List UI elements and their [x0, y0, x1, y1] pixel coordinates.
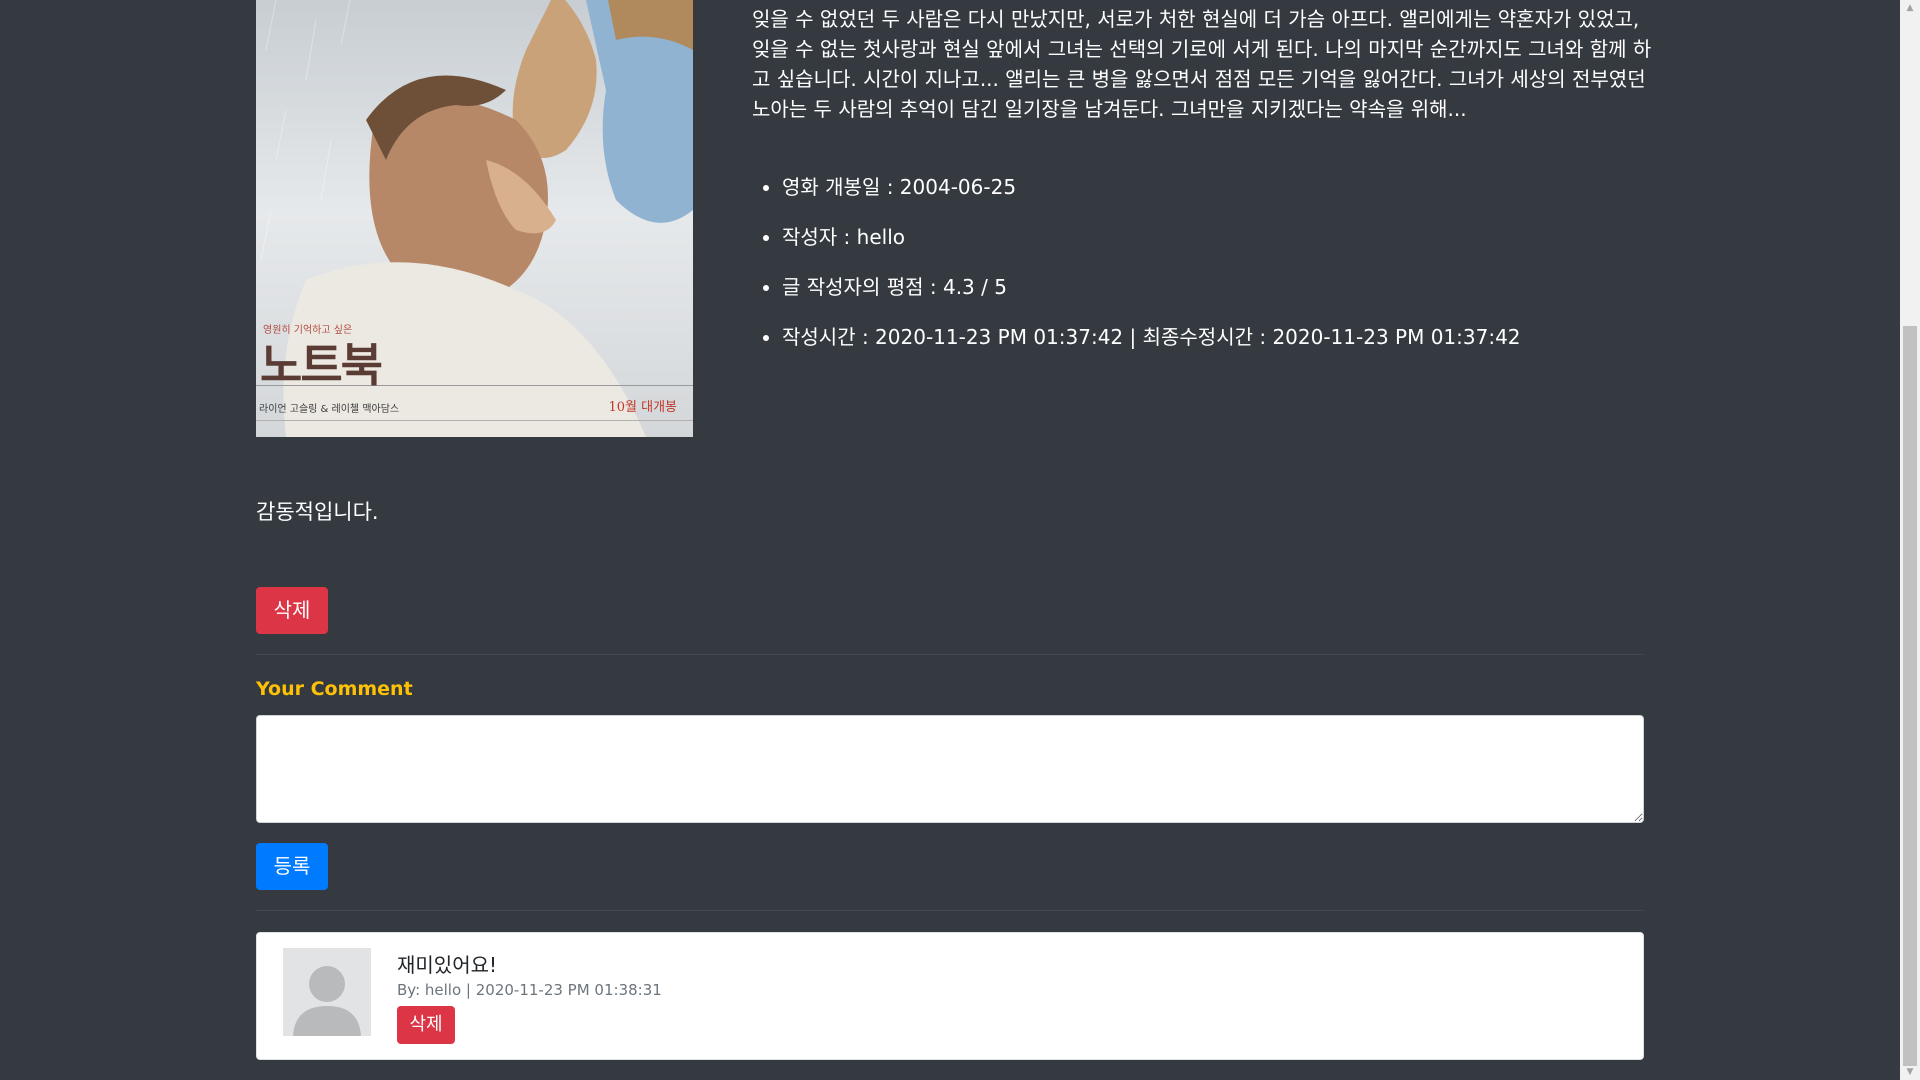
comment-text: 재미있어요!: [397, 953, 498, 977]
movie-info-list: 영화 개봉일 : 2004-06-25 작성자 : hello 글 작성자의 평…: [752, 172, 1521, 372]
comment-meta: By: hello | 2020-11-23 PM 01:38:31: [397, 981, 662, 999]
page-scrollbar[interactable]: ▲ ▼: [1900, 0, 1920, 1080]
timestamps-item: 작성시간 : 2020-11-23 PM 01:37:42 | 최종수정시간 :…: [782, 322, 1521, 372]
movie-synopsis: 잊을 수 없었던 두 사람은 다시 만났지만, 서로가 처한 현실에 더 가슴 …: [752, 7, 1652, 121]
page: 영원히 기억하고 싶은 노트북 라이언 고슬링 & 레이첼 맥아담스 10월 대…: [0, 0, 1920, 1080]
rating-item: 글 작성자의 평점 : 4.3 / 5: [782, 272, 1521, 322]
comment-card: 재미있어요! By: hello | 2020-11-23 PM 01:38:3…: [256, 932, 1644, 1060]
author-item: 작성자 : hello: [782, 222, 1521, 272]
comment-form-label: Your Comment: [256, 678, 413, 700]
scroll-down-icon[interactable]: ▼: [1900, 1064, 1920, 1080]
movie-poster: 영원히 기억하고 싶은 노트북 라이언 고슬링 & 레이첼 맥아담스 10월 대…: [256, 0, 693, 437]
delete-comment-button[interactable]: 삭제: [397, 1006, 455, 1044]
scrollbar-thumb[interactable]: [1903, 326, 1917, 1066]
divider: [256, 654, 1644, 655]
scroll-up-icon[interactable]: ▲: [1900, 0, 1920, 16]
comment-input[interactable]: [256, 715, 1644, 823]
user-silhouette-icon: [293, 966, 361, 1036]
submit-comment-button[interactable]: 등록: [256, 843, 328, 890]
delete-post-button[interactable]: 삭제: [256, 587, 328, 634]
poster-cast: 라이언 고슬링 & 레이첼 맥아담스: [259, 404, 400, 415]
release-date-item: 영화 개봉일 : 2004-06-25: [782, 172, 1521, 222]
review-body: 감동적입니다.: [256, 500, 379, 524]
poster-release-date: 10월 대개봉: [608, 400, 677, 415]
poster-title: 노트북: [260, 338, 383, 392]
avatar: [283, 948, 371, 1036]
divider: [256, 910, 1644, 911]
